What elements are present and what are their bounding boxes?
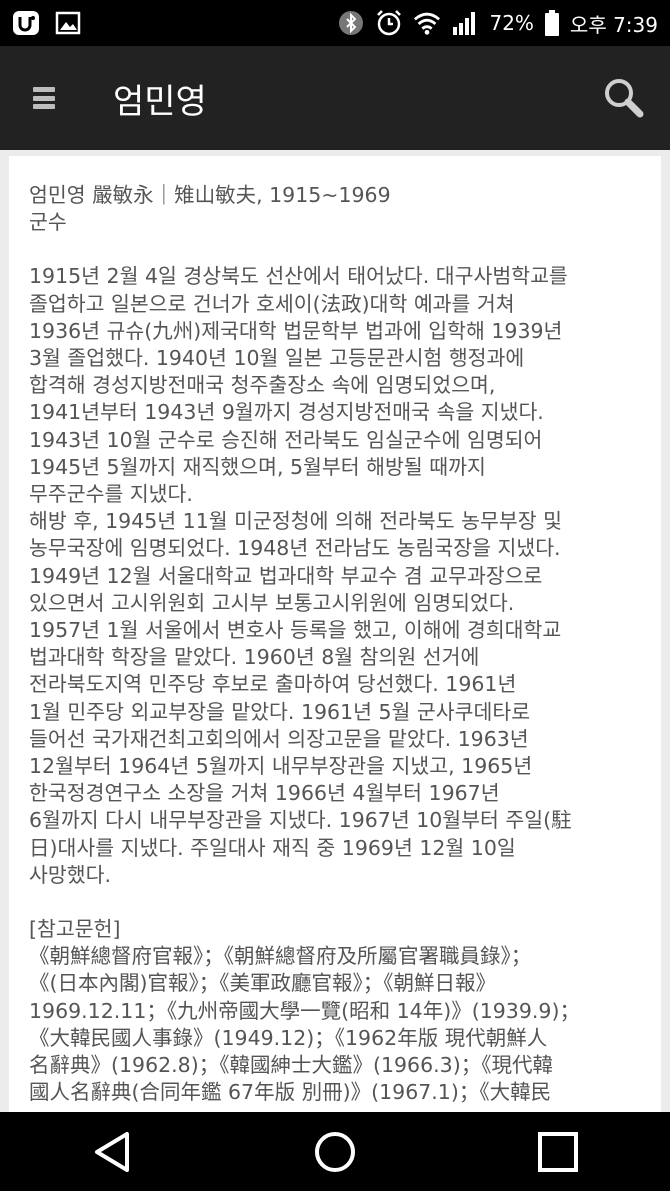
- body-line: 日)대사를 지냈다. 주일대사 재직 중 1969년 12월 10일: [29, 835, 516, 860]
- body-line: 들어선 국가재건최고회의에서 의장고문을 맡았다. 1963년: [29, 726, 529, 751]
- bluetooth-icon: [337, 9, 365, 37]
- back-button[interactable]: [82, 1122, 142, 1182]
- reference-line: 《朝鮮總督府官報》；《朝鮮總督府及所屬官署職員錄》；: [29, 944, 532, 969]
- reference-line: 《(日本內閣)官報》；《美軍政廳官報》；《朝鮮日報》: [29, 971, 496, 996]
- article-header: 엄민영 嚴敏永｜雉山敏夫, 1915~1969: [29, 183, 391, 207]
- article-card[interactable]: 엄민영 嚴敏永｜雉山敏夫, 1915~1969 군수 1915년 2월 4일 경…: [9, 156, 661, 1116]
- search-button[interactable]: [600, 74, 648, 122]
- article-body: 1915년 2월 4일 경상북도 선산에서 태어났다. 대구사범학교를 졸업하고…: [29, 263, 641, 889]
- body-line: 1943년 10월 군수로 승진해 전라북도 임실군수에 임명되어: [29, 427, 543, 452]
- body-line: 졸업하고 일본으로 건너가 호세이(法政)대학 예과를 거쳐: [29, 291, 515, 316]
- wifi-icon: [413, 9, 441, 37]
- content-area: 엄민영 嚴敏永｜雉山敏夫, 1915~1969 군수 1915년 2월 4일 경…: [0, 150, 670, 1116]
- references-list: 《朝鮮總督府官報》；《朝鮮總督府及所屬官署職員錄》； 《(日本內閣)官報》；《美…: [29, 943, 641, 1106]
- home-circle-icon: [314, 1131, 355, 1172]
- body-line: 6월까지 다시 내무부장관을 지냈다. 1967년 10월부터 주일(駐: [29, 808, 572, 833]
- signal-icon: [451, 9, 479, 37]
- reference-line: 國人名辭典(合同年鑑 67年版 別冊)》(1967.1)；《大韓民: [29, 1080, 552, 1105]
- body-line: 1941년부터 1943년 9월까지 경성지방전매국 속을 지냈다.: [29, 400, 544, 425]
- app-notification-icon: [12, 9, 40, 37]
- reference-line: 1969.12.11；《九州帝國大學一覽(昭和 14年)》(1939.9)；: [29, 998, 580, 1023]
- body-line: 사망했다.: [29, 862, 111, 887]
- article-subtitle: 군수: [29, 210, 67, 235]
- home-button[interactable]: [305, 1122, 365, 1182]
- page-title: 엄민영: [113, 81, 207, 122]
- reference-line: 《大韓民國人事錄》(1949.12)；《1962年版 現代朝鮮人: [29, 1025, 548, 1050]
- image-notification-icon: [54, 9, 82, 37]
- battery-icon: [544, 9, 560, 37]
- status-bar: 72% 오후 7:39: [0, 0, 670, 46]
- body-line: 1월 민주당 외교부장을 맡았다. 1961년 5월 군사쿠데타로: [29, 699, 531, 724]
- body-line: 12월부터 1964년 5월까지 내무부장관을 지냈고, 1965년: [29, 754, 533, 779]
- navigation-bar: [0, 1112, 670, 1191]
- body-line: 1936년 규슈(九州)제국대학 법문학부 법과에 입학해 1939년: [29, 318, 563, 343]
- menu-icon[interactable]: [33, 83, 63, 113]
- body-line: 1945년 5월까지 재직했으며, 5월부터 해방될 때까지: [29, 454, 486, 479]
- battery-percent: 72%: [489, 11, 534, 35]
- references-heading: [참고문헌]: [29, 917, 121, 942]
- body-line: 한국정경연구소 소장을 거쳐 1966년 4월부터 1967년: [29, 781, 500, 806]
- reference-line: 名辭典》(1962.8)；《韓國紳士大鑑》(1966.3)；《現代韓: [29, 1053, 553, 1078]
- body-line: 해방 후, 1945년 11월 미군정청에 의해 전라북도 농무부장 및: [29, 509, 562, 534]
- recent-apps-square-icon: [538, 1131, 579, 1172]
- body-line: 전라북도지역 민주당 후보로 출마하여 당선했다. 1961년: [29, 672, 517, 697]
- body-line: 있으면서 고시위원회 고시부 보통고시위원에 임명되었다.: [29, 590, 515, 615]
- body-line: 3월 졸업했다. 1940년 10월 일본 고등문관시험 행정과에: [29, 346, 525, 371]
- body-line: 무주군수를 지냈다.: [29, 482, 193, 507]
- body-line: 농무국장에 임명되었다. 1948년 전라남도 농림국장을 지냈다.: [29, 536, 561, 561]
- body-line: 1957년 1월 서울에서 변호사 등록을 했고, 이해에 경희대학교: [29, 618, 562, 643]
- search-icon: [605, 79, 644, 118]
- app-bar: 엄민영: [0, 46, 670, 150]
- recent-apps-button[interactable]: [528, 1122, 588, 1182]
- body-line: 법과대학 학장을 맡았다. 1960년 8월 참의원 선거에: [29, 645, 480, 670]
- body-line: 합격해 경성지방전매국 청주출장소 속에 임명되었으며,: [29, 373, 496, 398]
- back-triangle-icon: [94, 1131, 129, 1172]
- body-line: 1949년 12월 서울대학교 법과대학 부교수 겸 교무과장으로: [29, 563, 543, 588]
- alarm-icon: [375, 9, 403, 37]
- body-line: 1915년 2월 4일 경상북도 선산에서 태어났다. 대구사범학교를: [29, 264, 568, 289]
- clock: 오후 7:39: [569, 12, 658, 37]
